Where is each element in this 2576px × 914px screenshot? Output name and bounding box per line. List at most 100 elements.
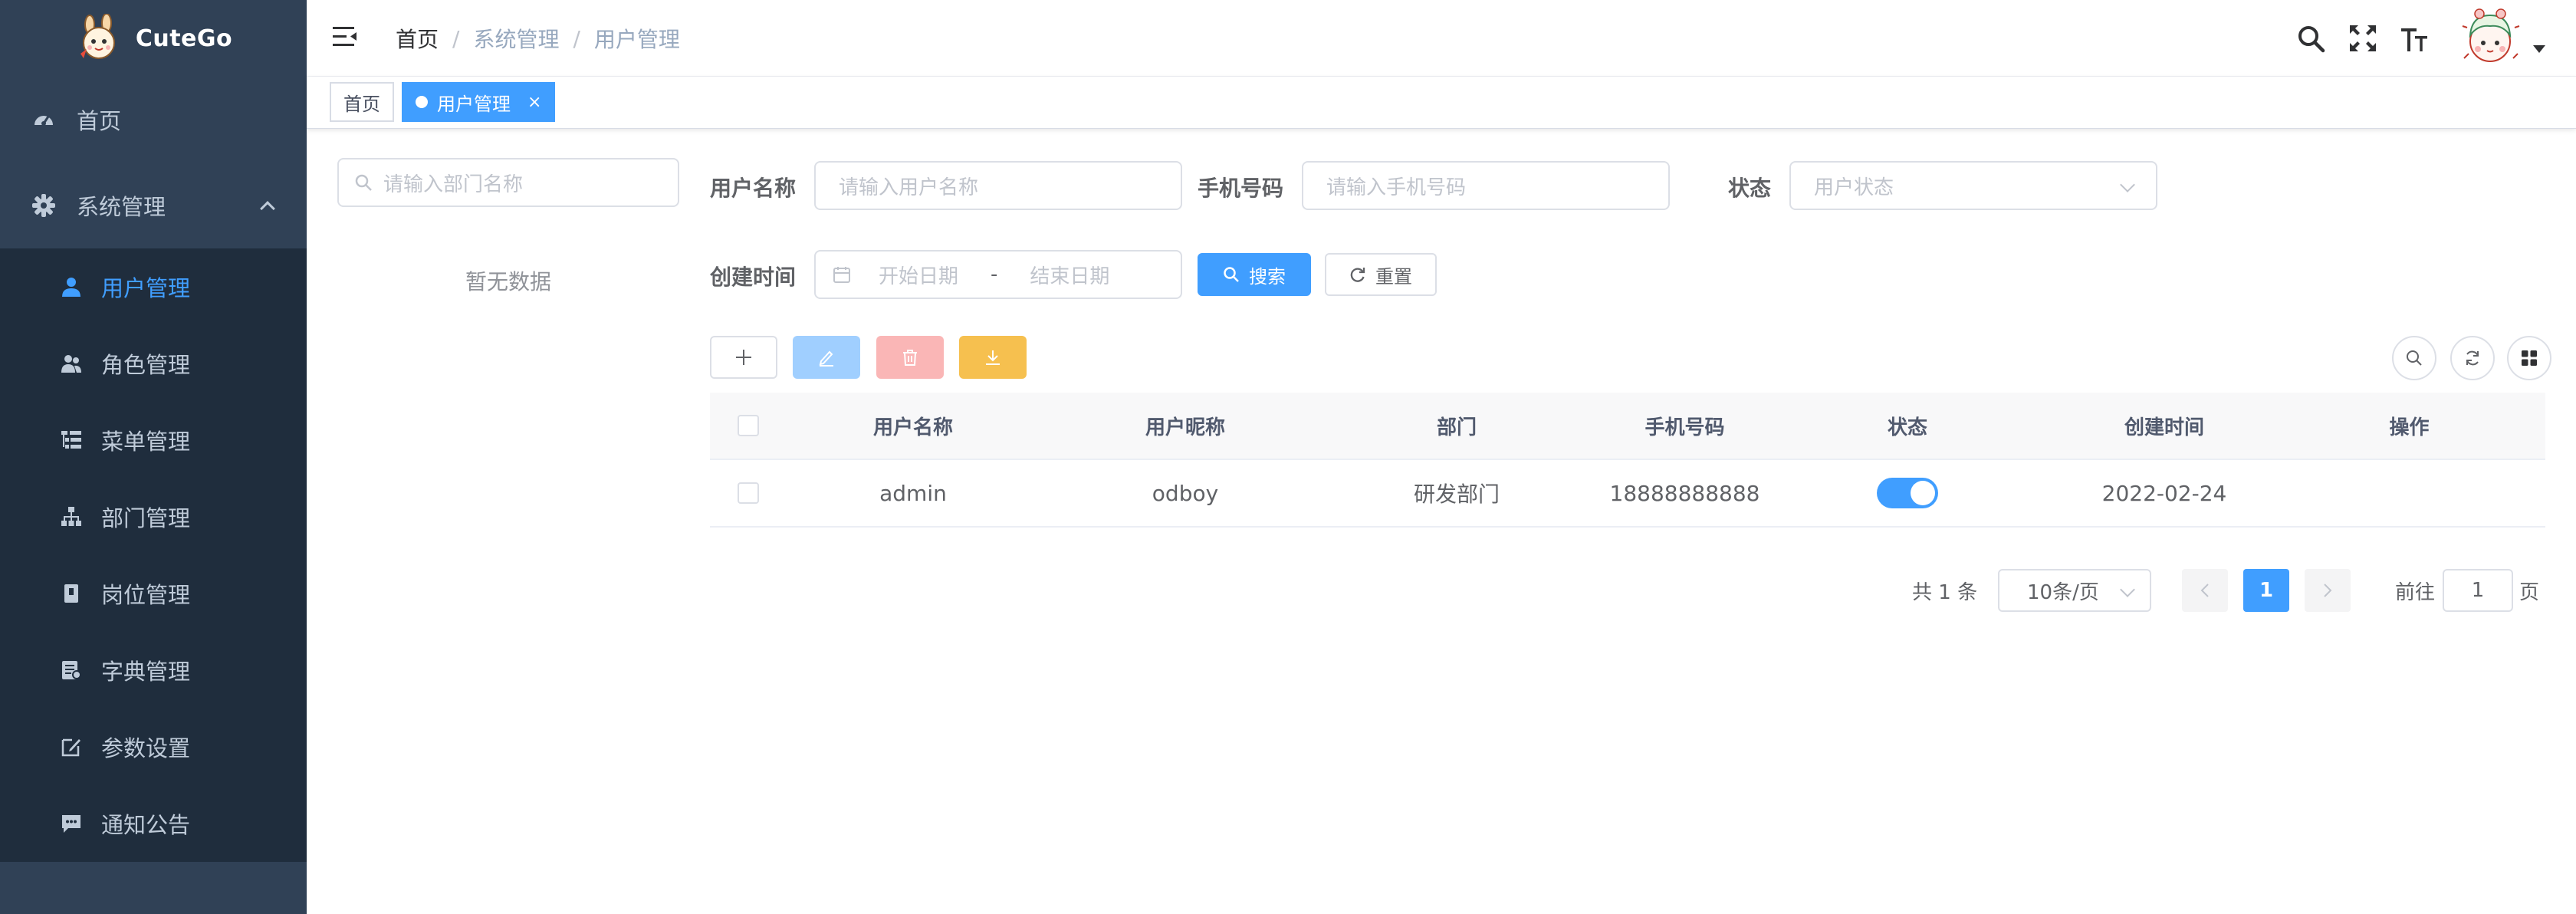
toggle-search-button[interactable] xyxy=(2392,336,2436,380)
edit-button[interactable] xyxy=(793,336,860,379)
sidebar-item-posts[interactable]: 岗位管理 xyxy=(0,555,307,632)
sidebar-item-roles[interactable]: 角色管理 xyxy=(0,325,307,402)
export-button[interactable] xyxy=(959,336,1027,379)
caret-down-icon xyxy=(2533,45,2545,53)
logo-mascot-icon xyxy=(80,14,115,59)
sidebar-item-label: 参数设置 xyxy=(101,735,191,761)
message-icon xyxy=(60,812,83,835)
row-checkbox[interactable] xyxy=(738,482,759,504)
sidebar-item-label: 首页 xyxy=(77,108,122,134)
chevron-right-icon xyxy=(2324,584,2332,597)
next-page-button[interactable] xyxy=(2305,569,2351,612)
gear-icon xyxy=(31,192,57,219)
chevron-down-icon xyxy=(2120,582,2135,597)
sidebar-item-users[interactable]: 用户管理 xyxy=(0,248,307,325)
search-icon[interactable] xyxy=(2294,21,2328,55)
system-submenu: 用户管理 角色管理 菜单管理 部门管理 岗位管理 字典管理 参数设置 通知公告 xyxy=(0,248,307,862)
cell-phone: 18888888888 xyxy=(1609,480,1760,506)
reset-button-label: 重置 xyxy=(1375,265,1412,288)
close-icon[interactable]: × xyxy=(527,93,541,112)
avatar xyxy=(2456,5,2524,72)
font-size-icon[interactable] xyxy=(2398,21,2432,55)
sidebar-item-menus[interactable]: 菜单管理 xyxy=(0,402,307,478)
tags-view: 首页 用户管理 × xyxy=(307,77,2576,129)
dept-tree-empty: 暂无数据 xyxy=(465,269,551,294)
breadcrumb-item-home[interactable]: 首页 xyxy=(396,23,439,54)
sidebar-item-label: 通知公告 xyxy=(101,812,191,838)
dept-search-input[interactable]: 请输入部门名称 xyxy=(337,158,679,207)
select-all-checkbox[interactable] xyxy=(738,415,759,436)
plus-icon xyxy=(736,350,751,365)
fullscreen-icon[interactable] xyxy=(2346,21,2380,55)
tag-label: 用户管理 xyxy=(437,93,511,115)
cell-created: 2022-02-24 xyxy=(2101,480,2227,506)
user-avatar-dropdown[interactable] xyxy=(2456,5,2545,72)
sidebar-item-depts[interactable]: 部门管理 xyxy=(0,478,307,555)
columns-button[interactable] xyxy=(2507,336,2551,380)
column-header[interactable]: 状态 xyxy=(1787,412,2028,440)
dashboard-icon xyxy=(31,107,57,133)
tag-label: 首页 xyxy=(343,93,380,115)
search-icon xyxy=(1223,266,1240,283)
edit-icon xyxy=(819,350,833,367)
page-jump-input[interactable]: 1 xyxy=(2443,569,2513,612)
status-switch[interactable] xyxy=(1877,478,1938,508)
username-label: 用户名称 xyxy=(710,176,797,201)
username-placeholder: 请输入用户名称 xyxy=(839,176,979,199)
breadcrumb-item-system: 系统管理 xyxy=(473,27,560,52)
range-separator: - xyxy=(991,263,998,286)
sidebar: CuteGo 首页 系统管理 用户管理 角色管理 菜单管理 部门管理 岗位管理 … xyxy=(0,0,307,914)
status-select[interactable]: 用户状态 xyxy=(1789,161,2157,210)
sidebar-item-system[interactable]: 系统管理 xyxy=(0,163,307,248)
page-unit-label: 页 xyxy=(2519,581,2540,604)
phone-placeholder: 请输入手机号码 xyxy=(1326,176,1467,199)
add-button[interactable] xyxy=(710,336,777,379)
page-size-select[interactable]: 10条/页 xyxy=(1998,569,2151,612)
navbar: 首页 / 系统管理 / 用户管理 xyxy=(307,0,2576,77)
column-header[interactable]: 用户名称 xyxy=(787,412,1040,440)
refresh-icon xyxy=(2466,350,2479,366)
column-header: 操作 xyxy=(2389,416,2430,439)
start-date-placeholder: 开始日期 xyxy=(879,265,959,288)
breadcrumb-separator: / xyxy=(573,25,580,51)
breadcrumb-separator: / xyxy=(452,25,460,51)
edit-icon xyxy=(60,735,83,758)
chevron-left-icon xyxy=(2200,584,2209,597)
sidebar-item-notices[interactable]: 通知公告 xyxy=(0,785,307,862)
sidebar-item-config[interactable]: 参数设置 xyxy=(0,709,307,785)
prev-page-button[interactable] xyxy=(2182,569,2228,612)
table-row[interactable]: admin odboy 研发部门 18888888888 2022-02-24 xyxy=(710,460,2545,528)
table-header: 用户名称 用户昵称 部门 手机号码 状态 创建时间 操作 xyxy=(710,393,2545,460)
column-header[interactable]: 创建时间 xyxy=(2028,412,2301,440)
sidebar-item-label: 岗位管理 xyxy=(101,582,191,608)
sidebar-item-label: 角色管理 xyxy=(101,352,191,378)
refresh-table-button[interactable] xyxy=(2450,336,2495,380)
tag-home[interactable]: 首页 xyxy=(330,82,394,122)
page-number[interactable]: 1 xyxy=(2243,569,2289,612)
delete-button[interactable] xyxy=(876,336,944,379)
download-icon xyxy=(986,350,1000,365)
sidebar-item-label: 部门管理 xyxy=(101,505,191,531)
column-header[interactable]: 用户昵称 xyxy=(1040,412,1331,440)
sidebar-item-dicts[interactable]: 字典管理 xyxy=(0,632,307,709)
column-header[interactable]: 手机号码 xyxy=(1582,412,1787,440)
phone-input[interactable]: 请输入手机号码 xyxy=(1302,161,1670,210)
grid-icon xyxy=(2522,350,2537,366)
tag-users[interactable]: 用户管理 × xyxy=(402,82,556,122)
breadcrumb: 首页 / 系统管理 / 用户管理 xyxy=(396,0,680,77)
column-header[interactable]: 部门 xyxy=(1331,412,1582,440)
goto-label: 前往 xyxy=(2395,581,2436,604)
reset-button[interactable]: 重置 xyxy=(1325,253,1437,296)
search-button[interactable]: 搜索 xyxy=(1198,253,1311,296)
post-icon xyxy=(60,582,83,605)
username-input[interactable]: 请输入用户名称 xyxy=(814,161,1182,210)
cell-username: admin xyxy=(879,480,947,506)
sidebar-item-home[interactable]: 首页 xyxy=(0,77,307,163)
date-range-picker[interactable]: 开始日期 - 结束日期 xyxy=(814,250,1182,299)
navbar-right xyxy=(2294,0,2576,77)
calendar-icon xyxy=(833,267,850,283)
hamburger-icon[interactable] xyxy=(331,23,359,51)
status-label: 状态 xyxy=(1728,176,1772,201)
end-date-placeholder: 结束日期 xyxy=(1030,265,1110,288)
logo[interactable]: CuteGo xyxy=(0,0,307,77)
